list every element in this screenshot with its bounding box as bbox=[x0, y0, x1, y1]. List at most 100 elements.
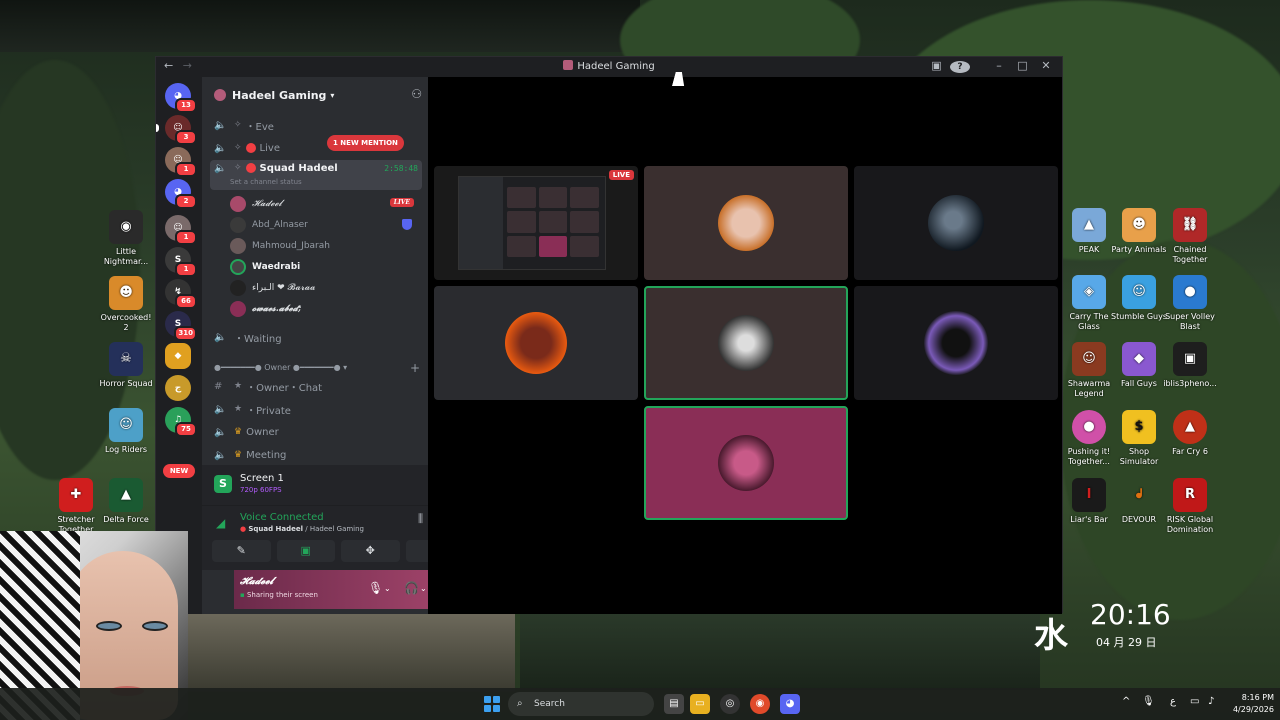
taskbar-clock[interactable]: 8:16 PM 4/29/2026 bbox=[1222, 692, 1274, 716]
desktop-icon-label: Carry The Glass bbox=[1069, 312, 1109, 331]
server-icon-5[interactable]: S1 bbox=[165, 247, 197, 277]
desktop-icon-pushing-it-together[interactable]: ● Pushing it! Together... bbox=[1061, 410, 1117, 467]
desktop-icon-shop-simulator[interactable]: $ Shop Simulator bbox=[1111, 410, 1167, 467]
avatar bbox=[230, 196, 246, 212]
chrome-icon[interactable]: ◉ bbox=[750, 694, 770, 714]
invite-people-icon[interactable]: ⚇ bbox=[411, 87, 422, 101]
desktop-icon-chained-together[interactable]: ⛓ Chained Together bbox=[1162, 208, 1218, 265]
search-icon: ⌕ bbox=[517, 698, 523, 709]
username[interactable]: 𝓗𝓪𝓭𝓮𝓮𝓵 bbox=[240, 576, 273, 587]
desktop-icon-iblis[interactable]: ▣ iblis3pheno... bbox=[1162, 342, 1218, 389]
task-view-icon[interactable]: ▤ bbox=[664, 694, 684, 714]
red-circle-icon bbox=[245, 143, 256, 153]
volume-icon[interactable]: ♪ bbox=[1208, 696, 1214, 707]
noise-suppression-icon[interactable]: ⫼ bbox=[418, 512, 423, 526]
add-channel-icon[interactable]: + bbox=[410, 361, 420, 375]
voice-user[interactable]: الـبراء ❤ 𝓑𝓪𝓻𝓪𝓪 bbox=[230, 278, 420, 298]
game-icon: ✚ bbox=[59, 478, 93, 512]
stream-tile[interactable]: LIVE bbox=[434, 166, 638, 280]
server-header[interactable]: Hadeel Gaming ▾ bbox=[202, 77, 428, 113]
desktop-icon-stretcher-together[interactable]: ✚ Stretcher Together bbox=[48, 478, 104, 535]
voice-user[interactable]: 𝓗𝓪𝓭𝓮𝓮𝓵 LIVE bbox=[230, 194, 420, 214]
screen-share-icon[interactable]: ▣ bbox=[276, 540, 335, 562]
voice-channel-owner[interactable]: 🔈 ♛ Owner bbox=[210, 422, 422, 442]
participant-tile[interactable] bbox=[854, 286, 1058, 400]
chevron-up-icon[interactable]: ^ bbox=[1122, 696, 1130, 707]
desktop-icon-fall-guys[interactable]: ◆ Fall Guys bbox=[1111, 342, 1167, 389]
category-header-owner[interactable]: ●━━━━━━━● Owner ●━━━━━━━● ▾ + bbox=[214, 361, 424, 375]
voice-channel-eve[interactable]: 🔈 ✧ ・Eve bbox=[210, 115, 422, 135]
server-icon-7[interactable]: S 310 bbox=[165, 311, 197, 341]
chevron-down-icon[interactable]: ⌄ bbox=[420, 584, 427, 593]
activities-icon[interactable]: ✥ bbox=[341, 540, 400, 562]
desktop-icon-super-volley-blast[interactable]: ● Super Volley Blast bbox=[1162, 275, 1218, 332]
desktop-icon-risk[interactable]: R RISK Global Domination bbox=[1162, 478, 1218, 535]
chevron-down-icon[interactable]: ⌄ bbox=[384, 584, 391, 593]
text-channel-owner-chat[interactable]: # ★ ・Owner・Chat bbox=[210, 376, 422, 396]
signal-icon[interactable]: ◢ bbox=[216, 516, 225, 530]
file-explorer-icon[interactable]: ▭ bbox=[690, 694, 710, 714]
desktop-icon-label: Stumble Guys bbox=[1111, 312, 1168, 321]
server-icon-1[interactable]: ☺ 3 bbox=[156, 115, 197, 145]
microphone-tray-icon[interactable]: 🎙 bbox=[1142, 696, 1155, 707]
voice-channel-live[interactable]: 🔈 ✧ Live bbox=[210, 138, 422, 158]
new-unreads-pill[interactable]: NEW bbox=[163, 464, 195, 478]
voice-channel-squad-hadeel[interactable]: 🔈 ✧ Squad Hadeel 2:58:48 Set a channel statu… bbox=[210, 160, 422, 190]
voice-user[interactable]: Mahmoud_Jbarah bbox=[230, 236, 420, 256]
desktop-icon-devour[interactable]: ᖱ DEVOUR bbox=[1111, 478, 1167, 525]
voice-user[interactable]: Abd_Alnaser bbox=[230, 215, 420, 235]
desktop-icon-label: iblis3pheno... bbox=[1163, 379, 1217, 388]
camera-off-icon[interactable]: ✎ bbox=[212, 540, 271, 562]
voice-channel-private[interactable]: 🔈 ★ ・Private bbox=[210, 399, 422, 419]
desktop-icon-stumble-guys[interactable]: ☺ Stumble Guys bbox=[1111, 275, 1167, 322]
participant-tile[interactable] bbox=[854, 166, 1058, 280]
desktop-icon-horror-squad[interactable]: ☠ Horror Squad bbox=[98, 342, 154, 389]
server-icon-4[interactable]: ☺ 1 bbox=[165, 215, 197, 245]
participant-tile-speaking[interactable] bbox=[644, 406, 848, 520]
desktop-icon-liars-bar[interactable]: Ⅰ Liar's Bar bbox=[1061, 478, 1117, 525]
discord-home-icon[interactable]: ◕ 13 bbox=[165, 83, 197, 113]
clock-time: 20:16 bbox=[1090, 598, 1171, 631]
desktop-icon-carry-the-glass[interactable]: ◈ Carry The Glass bbox=[1061, 275, 1117, 332]
steam-icon[interactable]: ◎ bbox=[720, 694, 740, 714]
participant-tile[interactable] bbox=[644, 166, 848, 280]
maximize-button[interactable]: □ bbox=[1013, 59, 1033, 72]
network-icon[interactable]: ▭ bbox=[1190, 696, 1199, 707]
participant-tile-speaking[interactable] bbox=[644, 286, 848, 400]
game-icon: ● bbox=[1173, 275, 1207, 309]
desktop-icon-party-animals[interactable]: ☻ Party Animals bbox=[1111, 208, 1167, 255]
close-button[interactable]: ✕ bbox=[1036, 59, 1056, 72]
server-icon-10[interactable]: ♫ 75 bbox=[165, 407, 197, 437]
discord-taskbar-icon[interactable]: ◕ bbox=[780, 694, 800, 714]
screen-share-icon[interactable]: ▣ bbox=[927, 59, 947, 72]
server-icon-2[interactable]: ☺ 1 bbox=[165, 147, 197, 177]
desktop-icon-log-riders[interactable]: ☺ Log Riders bbox=[98, 408, 154, 455]
headphones-icon[interactable]: 🎧 bbox=[404, 581, 419, 595]
voice-user[interactable]: Waedrabi bbox=[230, 257, 420, 277]
channel-status[interactable]: Set a channel status bbox=[230, 178, 302, 186]
voice-status[interactable]: Voice Connected bbox=[240, 512, 324, 523]
voice-channel-meeting[interactable]: 🔈 ♛ Meeting bbox=[210, 445, 422, 465]
desktop-icon-far-cry-6[interactable]: ▲ Far Cry 6 bbox=[1162, 410, 1218, 457]
server-icon-9[interactable]: ج bbox=[165, 375, 191, 401]
windows-start-icon[interactable] bbox=[484, 696, 500, 712]
desktop-icon-overcooked[interactable]: ☻ Overcooked! 2 bbox=[98, 276, 154, 333]
voice-location[interactable]: ● Squad Hadeel / Hadeel Gaming bbox=[240, 525, 364, 533]
desktop-icon-little-nightmares[interactable]: ◉ Little Nightmar... bbox=[98, 210, 154, 267]
microphone-icon[interactable]: 🎙 bbox=[368, 581, 383, 595]
speaker-icon: 🔈 bbox=[214, 119, 227, 131]
minimize-button[interactable]: – bbox=[989, 59, 1009, 72]
voice-user[interactable]: 𝓸𝔀𝓪𝓮𝓼.𝓪𝓫𝓮𝓭; bbox=[230, 299, 420, 319]
participant-tile[interactable] bbox=[434, 286, 638, 400]
voice-channel-waiting[interactable]: 🔈 ・Waiting bbox=[210, 327, 422, 347]
language-icon[interactable]: ع bbox=[1170, 696, 1176, 707]
taskbar-search[interactable]: ⌕ Search bbox=[508, 692, 654, 716]
desktop-icon-delta-force[interactable]: ▲ Delta Force bbox=[98, 478, 154, 525]
server-icon-6[interactable]: ↯ 66 bbox=[165, 279, 197, 309]
desktop-icon-shawarma-legend[interactable]: ☺ Shawarma Legend bbox=[1061, 342, 1117, 399]
help-icon[interactable]: ? bbox=[950, 59, 970, 73]
channel-label: ・Waiting bbox=[234, 333, 282, 345]
server-icon-8[interactable]: ◆ bbox=[165, 343, 191, 369]
server-icon-3[interactable]: ◕ 2 bbox=[165, 179, 197, 209]
desktop-icon-peak[interactable]: ▲ PEAK bbox=[1061, 208, 1117, 255]
